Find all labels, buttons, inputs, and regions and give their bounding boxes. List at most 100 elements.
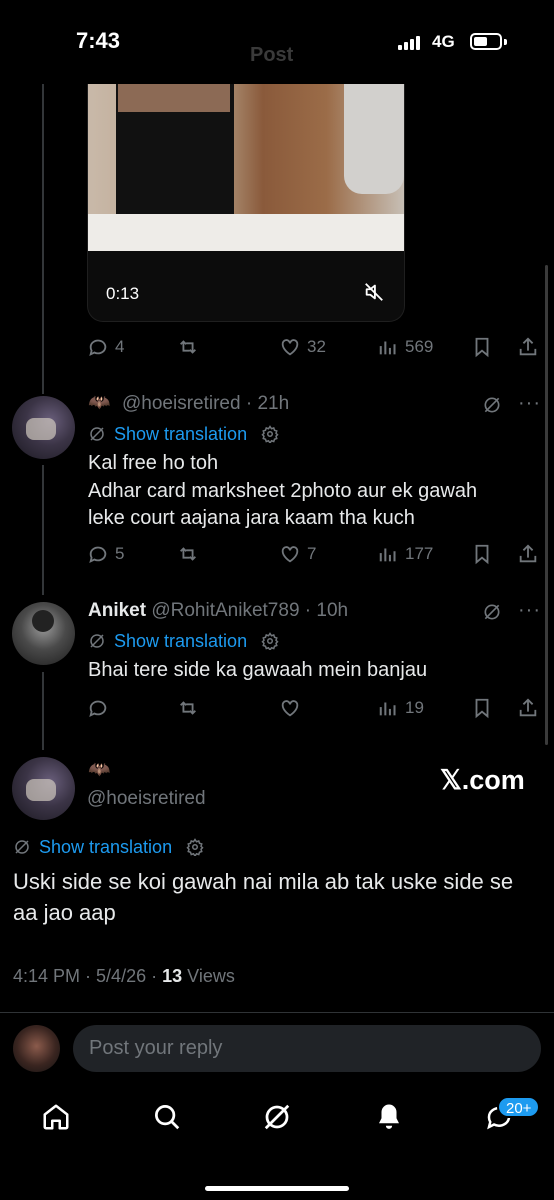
profile-emoji: 🦇 <box>88 759 111 779</box>
status-time: 7:43 <box>76 28 121 53</box>
post-action-bar: 4 32 569 <box>87 334 542 360</box>
reply-icon <box>89 700 107 718</box>
search-icon[interactable] <box>152 1102 182 1132</box>
show-translation-link[interactable]: Show translation <box>39 837 172 858</box>
reply-icon <box>89 546 107 564</box>
divider <box>0 1012 554 1013</box>
like-count: 32 <box>307 337 326 356</box>
bookmark-icon[interactable] <box>471 336 493 358</box>
reply-header: @hoeisretired · 21h <box>122 393 290 414</box>
post-date: 5/4/26 <box>96 966 147 986</box>
post-time: 4:14 PM <box>13 966 81 986</box>
repost-action[interactable] <box>177 541 205 567</box>
handle[interactable]: @hoeisretired <box>122 393 241 414</box>
page-title: Post <box>250 44 294 66</box>
translate-row: Show translation <box>88 423 279 445</box>
video-timestamp: 0:13 <box>106 284 140 303</box>
avatar[interactable] <box>12 396 75 459</box>
views-count: 19 <box>405 698 424 717</box>
avatar[interactable] <box>12 757 75 820</box>
battery-cap <box>504 39 507 45</box>
gear-icon[interactable] <box>186 838 204 856</box>
video-player[interactable]: 0:13 <box>87 84 405 322</box>
heart-icon <box>281 700 299 717</box>
text-line: Adhar card marksheet 2photo aur ek gawah <box>88 479 478 502</box>
text-line: Kal free ho toh <box>88 452 219 474</box>
handle[interactable]: @hoeisretired <box>87 788 206 810</box>
reply-action-bar: 5 7 177 <box>87 541 542 567</box>
reply-action-bar: 19 <box>87 695 542 721</box>
like-count: 7 <box>307 544 317 563</box>
repost-action[interactable] <box>177 695 205 721</box>
bottom-nav <box>0 1088 554 1148</box>
repost-icon <box>180 340 196 354</box>
share-icon[interactable] <box>517 336 539 358</box>
translate-row: Show translation <box>13 836 204 858</box>
reply-action[interactable]: 5 <box>87 541 124 567</box>
show-translation-link[interactable]: Show translation <box>114 424 247 445</box>
reply-action[interactable]: 4 <box>87 334 124 360</box>
bookmark-icon[interactable] <box>471 697 493 719</box>
reply-icon <box>89 339 107 357</box>
repost-action[interactable] <box>177 334 205 360</box>
grok-icon[interactable] <box>262 1102 292 1132</box>
views-action[interactable]: 569 <box>377 334 433 360</box>
notifications-icon[interactable] <box>374 1102 404 1132</box>
like-action[interactable]: 7 <box>279 541 316 567</box>
translate-icon <box>15 840 29 854</box>
bookmark-icon[interactable] <box>471 543 493 565</box>
more-options-icon[interactable]: ··· <box>518 599 540 621</box>
battery-icon <box>470 33 502 50</box>
heart-icon <box>281 546 299 563</box>
repost-icon <box>180 547 196 561</box>
speaker-muted-icon[interactable] <box>363 281 385 303</box>
translate-icon <box>90 427 104 441</box>
reply-header: Aniket @RohitAniket789 · 10h <box>88 600 349 621</box>
reply-text: Bhai tere side ka gawaah mein banjau <box>88 659 428 681</box>
heart-icon <box>281 339 299 356</box>
show-translation-link[interactable]: Show translation <box>114 631 247 652</box>
gear-icon[interactable] <box>261 632 279 650</box>
watermark: 𝕏.com <box>440 765 525 795</box>
gear-icon[interactable] <box>261 425 279 443</box>
grok-icon[interactable] <box>482 395 502 415</box>
messages-badge: 20+ <box>497 1096 541 1118</box>
scrollbar[interactable] <box>545 265 548 745</box>
views-icon <box>379 702 396 716</box>
views-count: 177 <box>405 544 434 563</box>
views-count: 13 <box>162 966 183 986</box>
like-action[interactable] <box>279 695 307 721</box>
views-count: 569 <box>405 337 434 356</box>
reply-input[interactable]: Post your reply <box>73 1025 541 1072</box>
network-type: 4G <box>432 32 455 51</box>
translate-row: Show translation <box>88 630 279 652</box>
timestamp: 10h <box>316 600 349 621</box>
views-action[interactable]: 19 <box>377 695 424 721</box>
more-options-icon[interactable]: ··· <box>518 392 540 414</box>
repost-icon <box>180 701 196 715</box>
thread-line <box>42 465 44 595</box>
home-indicator[interactable] <box>205 1186 349 1191</box>
views-action[interactable]: 177 <box>377 541 433 567</box>
views-label: Views <box>187 966 235 986</box>
signal-icon <box>398 36 424 50</box>
timestamp: 21h <box>257 393 290 414</box>
grok-icon[interactable] <box>482 602 502 622</box>
profile-emoji: 🦇 <box>88 392 111 412</box>
like-action[interactable]: 32 <box>279 334 326 360</box>
avatar[interactable] <box>13 1025 60 1072</box>
reply-text: Kal free ho toh Adhar card marksheet 2ph… <box>88 450 528 533</box>
post-text: Uski side se koi gawah nai mila ab tak u… <box>13 869 514 925</box>
display-name[interactable]: Aniket <box>88 600 146 621</box>
home-icon[interactable] <box>41 1102 71 1132</box>
thread-line <box>42 672 44 750</box>
handle[interactable]: @RohitAniket789 <box>151 600 299 621</box>
views-icon <box>379 548 396 562</box>
share-icon[interactable] <box>517 697 539 719</box>
post-meta: 4:14 PM · 5/4/26 · 13 Views <box>13 966 235 986</box>
views-icon <box>379 341 396 355</box>
avatar[interactable] <box>12 602 75 665</box>
share-icon[interactable] <box>517 543 539 565</box>
reply-count: 5 <box>115 544 125 563</box>
reply-action[interactable] <box>87 695 115 721</box>
